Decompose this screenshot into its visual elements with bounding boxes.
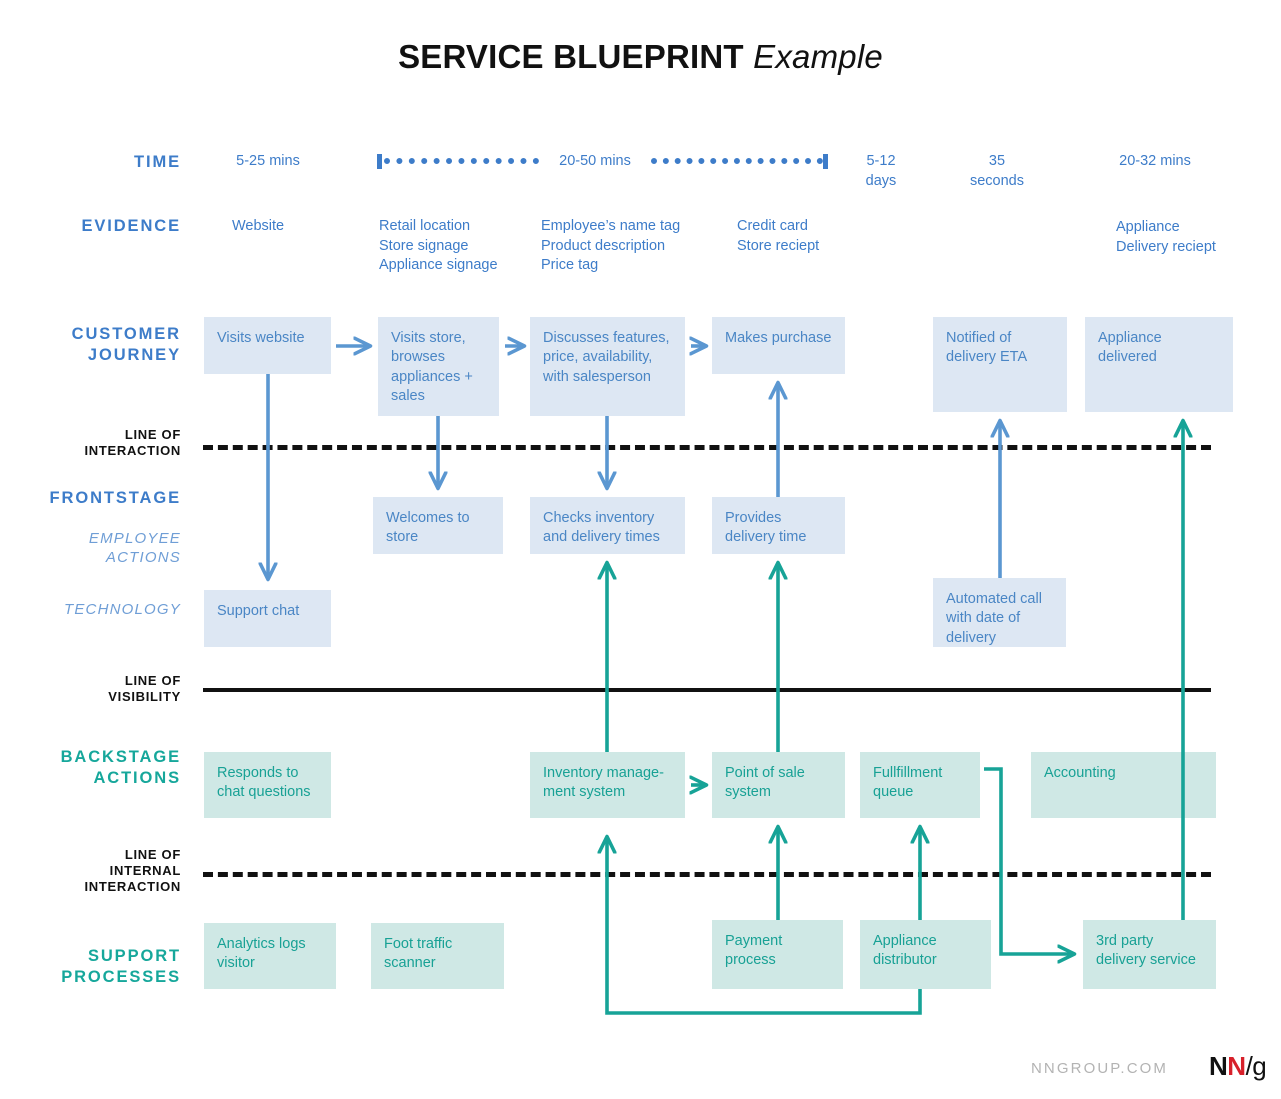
evidence-cell-5: Appliance Delivery reciept [1116,218,1276,257]
employee-action-box-welcomes-to-store[interactable]: Welcomes to store [373,497,503,554]
logo-n2: N [1227,1051,1246,1081]
time-cell-3-line2: days [865,172,897,189]
time-span-dots-right [651,158,823,170]
evidence-cell-2-line3: Appliance signage [379,257,498,274]
backstage-box-accounting[interactable]: Accounting [1031,752,1216,818]
evidence-cell-3-line1: Employee’s name tag [541,218,681,234]
nng-logo: NN/g [1209,1051,1267,1082]
title-bold: SERVICE BLUEPRINT [398,38,744,75]
backstage-box-responds-to-chat[interactable]: Responds to chat questions [204,752,331,818]
backstage-box-fullfillment-queue[interactable]: Fullfillment queue [860,752,980,818]
customer-journey-box-makes-purchase[interactable]: Makes purchase [712,317,845,374]
row-label-customer-journey-line1: CUSTOMER [71,325,181,343]
customer-journey-box-appliance-delivered[interactable]: Appliance delivered [1085,317,1233,412]
page-title: SERVICE BLUEPRINT Example [0,38,1281,76]
evidence-cell-2: Retail location Store signage Appliance … [379,217,544,276]
line-of-internal-interaction-rule [203,872,1211,877]
time-cell-1: 5-25 mins [236,153,300,169]
row-label-line-of-internal-interaction: LINE OF INTERNAL INTERACTION [0,847,181,895]
backstage-line2: ACTIONS [93,769,181,788]
line-internal-line1: LINE OF [124,847,181,862]
line-of-interaction-line1: LINE OF [124,427,181,442]
row-label-evidence: EVIDENCE [81,217,181,235]
time-cell-2-span-label: 20-50 mins [559,153,631,169]
employee-action-box-checks-inventory[interactable]: Checks inventory and delivery times [530,497,685,554]
evidence-cell-4: Credit card Store reciept [737,217,887,256]
customer-journey-box-visits-store[interactable]: Visits store, browses appliances + sales [378,317,499,416]
employee-actions-line2: ACTIONS [105,548,181,566]
row-label-frontstage: FRONTSTAGE [49,489,181,507]
employee-action-box-provides-delivery-time[interactable]: Provides delivery time [712,497,845,554]
row-label-line-of-visibility: LINE OF VISIBILITY [0,673,181,705]
support-box-analytics-logs-visitor[interactable]: Analytics logs visitor [204,923,336,989]
line-of-interaction-line2: INTERACTION [84,442,181,458]
evidence-cell-3-line3: Price tag [541,257,599,274]
evidence-cell-3: Employee’s name tag Product description … [541,217,731,276]
row-label-time: TIME [133,153,181,171]
line-of-visibility-line2: VISIBILITY [108,688,181,704]
backstage-line1: BACKSTAGE [60,748,181,766]
time-cell-4-line1: 35 [988,153,1006,169]
service-blueprint-diagram: SERVICE BLUEPRINT Example TIME EVIDENCE … [0,0,1281,1099]
line-of-interaction-rule [203,445,1211,450]
row-label-line-of-interaction: LINE OF INTERACTION [0,427,181,459]
time-span-dots-left [384,158,539,170]
support-box-appliance-distributor[interactable]: Appliance distributor [860,920,991,989]
evidence-cell-5-line1: Appliance [1116,219,1180,235]
support-box-payment-process[interactable]: Payment process [712,920,843,989]
time-cell-4: 35 seconds [951,152,1043,191]
time-span-cap-left [377,154,382,169]
line-of-visibility-rule [203,688,1211,692]
row-label-customer-journey: CUSTOMER JOURNEY [0,324,181,366]
technology-box-support-chat[interactable]: Support chat [204,590,331,647]
title-italic: Example [753,38,883,75]
time-cell-5: 20-32 mins [1119,153,1191,169]
logo-n1: N [1209,1051,1228,1081]
support-line1: SUPPORT [87,947,181,965]
support-line2: PROCESSES [61,968,181,987]
technology-box-automated-call[interactable]: Automated call with date of delivery [933,578,1066,647]
evidence-cell-4-line2: Store reciept [737,237,820,254]
line-internal-line2: INTERNAL [109,862,181,878]
line-internal-line3: INTERACTION [84,878,181,894]
footer-url: NNGROUP.COM [1031,1060,1168,1077]
row-label-support-processes: SUPPORT PROCESSES [0,946,181,988]
line-of-visibility-line1: LINE OF [124,673,181,688]
support-box-foot-traffic-scanner[interactable]: Foot traffic scanner [371,923,504,989]
row-label-technology: TECHNOLOGY [63,601,181,618]
evidence-cell-1: Website [232,218,285,234]
row-label-employee-actions: EMPLOYEE ACTIONS [0,530,181,568]
evidence-cell-2-line2: Store signage [379,237,469,254]
customer-journey-box-notified-delivery-eta[interactable]: Notified of delivery ETA [933,317,1067,412]
row-label-customer-journey-line2: JOURNEY [87,346,181,365]
customer-journey-box-discusses-features[interactable]: Discusses features, price, availability,… [530,317,685,416]
evidence-cell-4-line1: Credit card [737,218,808,234]
time-span-cap-right [823,154,828,169]
time-cell-3: 5-12 days [836,152,926,191]
evidence-cell-3-line2: Product description [541,237,666,254]
evidence-cell-2-line1: Retail location [379,218,471,234]
customer-journey-box-visits-website[interactable]: Visits website [204,317,331,374]
employee-actions-line1: EMPLOYEE [88,530,181,547]
time-cell-4-line2: seconds [969,172,1024,189]
backstage-box-inventory-management[interactable]: Inventory manage-ment system [530,752,685,818]
logo-slash-g: /g [1245,1051,1267,1081]
evidence-cell-5-line2: Delivery reciept [1116,238,1216,255]
row-label-backstage-actions: BACKSTAGE ACTIONS [0,747,181,789]
backstage-box-point-of-sale[interactable]: Point of sale system [712,752,845,818]
support-box-3rd-party-delivery[interactable]: 3rd party delivery service [1083,920,1216,989]
time-cell-3-line1: 5-12 [866,153,896,169]
